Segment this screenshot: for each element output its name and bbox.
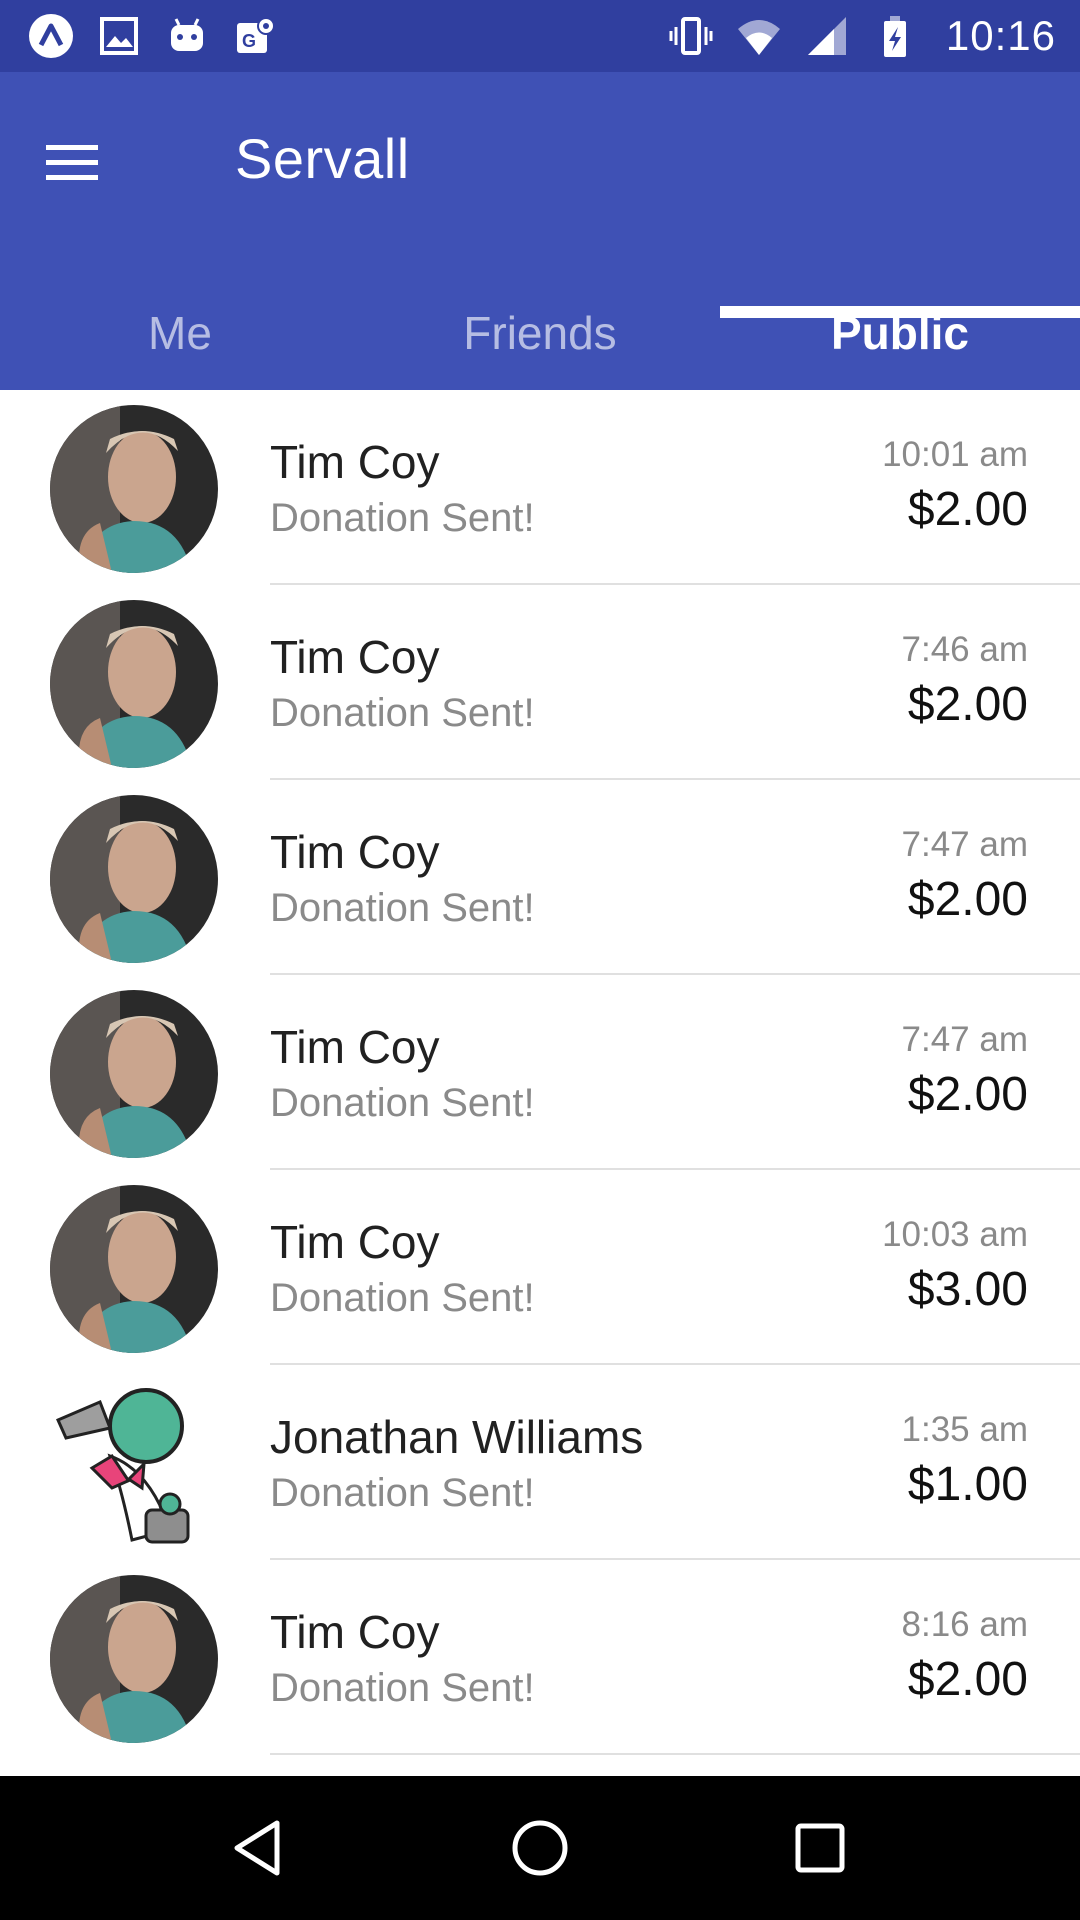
donation-status: Donation Sent! <box>270 496 535 540</box>
recents-icon <box>795 1823 845 1873</box>
donation-time: 7:46 am <box>901 630 1028 669</box>
donation-time: 10:03 am <box>882 1215 1028 1254</box>
avatar <box>50 1575 218 1743</box>
donor-name: Tim Coy <box>270 436 440 488</box>
avatar <box>50 600 218 768</box>
donation-time: 10:01 am <box>882 435 1028 474</box>
donation-amount: $2.00 <box>907 1653 1028 1706</box>
donation-time: 7:47 am <box>901 1020 1028 1059</box>
maps-icon: G <box>232 13 278 59</box>
status-time: 10:16 <box>945 12 1056 59</box>
list-item[interactable]: Tim Coy Donation Sent! 8:16 am $2.00 <box>0 1560 1080 1755</box>
avatar <box>50 1380 218 1548</box>
avatar <box>50 990 218 1158</box>
list-item[interactable]: Tim Coy Donation Sent! 7:47 am $2.00 <box>0 975 1080 1170</box>
menu-button[interactable] <box>28 118 116 206</box>
donor-name: Tim Coy <box>270 1021 440 1073</box>
tab-me[interactable]: Me <box>0 276 360 390</box>
avatar <box>50 405 218 573</box>
status-left-icons: G <box>28 13 278 59</box>
donation-amount: $2.00 <box>907 483 1028 536</box>
donation-time: 1:35 am <box>901 1410 1028 1449</box>
donation-time: 7:47 am <box>901 825 1028 864</box>
tab-bar: Me Friends Public <box>0 276 1080 390</box>
avatar <box>50 795 218 963</box>
donation-status: Donation Sent! <box>270 1276 535 1320</box>
donor-name: Tim Coy <box>270 631 440 683</box>
list-item[interactable]: Tim Coy Donation Sent! 10:01 am $2.00 <box>0 390 1080 585</box>
toolbar: Servall <box>0 72 1080 242</box>
image-icon <box>96 13 142 59</box>
list-item[interactable]: Tim Coy Donation Sent! 7:46 am $2.00 <box>0 585 1080 780</box>
donation-amount: $3.00 <box>907 1263 1028 1316</box>
list-item[interactable]: Tim Coy Donation Sent! 10:03 am $3.00 <box>0 1170 1080 1365</box>
wifi-icon <box>736 13 782 59</box>
back-icon <box>234 1820 280 1876</box>
status-right-icons: 10:16 <box>668 12 1056 60</box>
donation-amount: $2.00 <box>907 1068 1028 1121</box>
back-button[interactable] <box>210 1798 310 1898</box>
system-nav-bar <box>0 1776 1080 1920</box>
svg-text:G: G <box>242 31 256 51</box>
android-icon <box>164 13 210 59</box>
tab-friends[interactable]: Friends <box>360 276 720 390</box>
status-bar: G 10:16 <box>0 0 1080 72</box>
recents-button[interactable] <box>770 1798 870 1898</box>
app-title: Servall <box>235 127 410 190</box>
signal-icon <box>804 13 850 59</box>
battery-charging-icon <box>872 13 918 59</box>
donation-list[interactable]: Tim Coy Donation Sent! 10:01 am $2.00 Ti… <box>0 390 1080 1776</box>
donor-name: Tim Coy <box>270 826 440 878</box>
home-icon <box>512 1820 568 1876</box>
donation-amount: $1.00 <box>907 1458 1028 1511</box>
donation-amount: $2.00 <box>907 678 1028 731</box>
donation-status: Donation Sent! <box>270 1081 535 1125</box>
app-a-icon <box>28 13 74 59</box>
donor-name: Jonathan Williams <box>270 1411 644 1463</box>
donation-time: 8:16 am <box>901 1605 1028 1644</box>
list-item[interactable]: Tim Coy Donation Sent! 7:47 am $2.00 <box>0 780 1080 975</box>
donor-name: Tim Coy <box>270 1216 440 1268</box>
list-item-partial[interactable] <box>0 1755 1080 1776</box>
tab-indicator <box>720 306 1080 318</box>
list-item[interactable]: Jonathan Williams Donation Sent! 1:35 am… <box>0 1365 1080 1560</box>
donor-name: Tim Coy <box>270 1606 440 1658</box>
donation-status: Donation Sent! <box>270 691 535 735</box>
donation-status: Donation Sent! <box>270 886 535 930</box>
tab-public[interactable]: Public <box>720 276 1080 390</box>
hamburger-menu-icon <box>46 145 98 180</box>
vibrate-icon <box>668 13 714 59</box>
avatar <box>50 1185 218 1353</box>
home-button[interactable] <box>490 1798 590 1898</box>
app-bar: Servall Me Friends Public <box>0 72 1080 390</box>
donation-status: Donation Sent! <box>270 1666 535 1710</box>
donation-amount: $2.00 <box>907 873 1028 926</box>
donation-status: Donation Sent! <box>270 1471 535 1515</box>
